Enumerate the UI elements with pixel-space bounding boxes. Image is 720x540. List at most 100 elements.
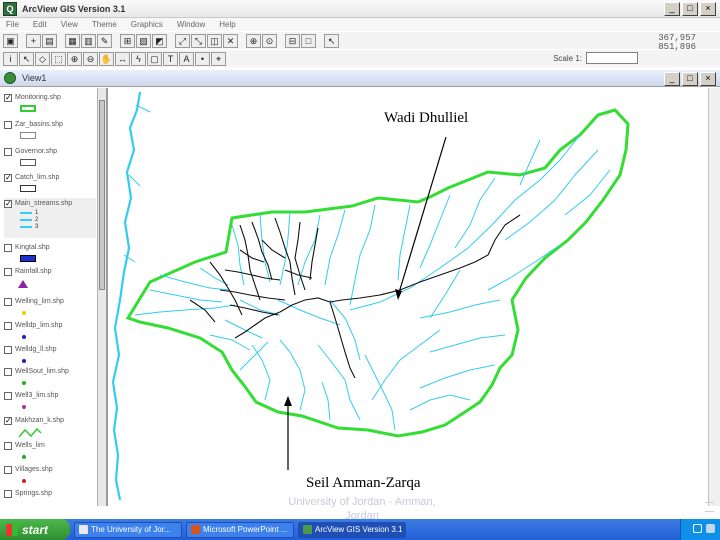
locate-address-icon[interactable]: ⊙ xyxy=(262,33,277,48)
zoom-out-icon[interactable]: ⤡ xyxy=(191,33,206,48)
menu-help[interactable]: Help xyxy=(219,20,235,29)
arrow-wadi xyxy=(397,136,447,297)
minimize-button[interactable]: _ xyxy=(664,2,680,16)
add-theme-icon[interactable]: + xyxy=(26,33,41,48)
zoom-active-icon[interactable]: ▧ xyxy=(136,33,151,48)
layer-checkbox[interactable] xyxy=(4,297,12,306)
layer-welldp[interactable]: Welldp_lim.shp xyxy=(4,320,96,339)
layer-checkbox[interactable]: ✓ xyxy=(4,416,12,425)
menu-graphics[interactable]: Graphics xyxy=(131,20,163,29)
layer-main-streams[interactable]: ✓ Main_streams.shp 1 2 3 xyxy=(4,198,96,238)
tributary-streams xyxy=(134,134,611,431)
zoom-in-tool-icon[interactable]: ⊕ xyxy=(67,51,82,66)
layer-name: Monitoring.shp xyxy=(15,94,61,101)
layer-checkbox[interactable] xyxy=(4,267,12,276)
arcview-globe-icon: Q xyxy=(3,1,17,16)
zoom-previous-icon[interactable]: ◫ xyxy=(207,33,222,48)
zoom-full-icon[interactable]: ⊞ xyxy=(120,33,135,48)
zoom-in-icon[interactable]: ⤢ xyxy=(175,33,190,48)
close-button[interactable]: × xyxy=(700,2,716,16)
label-icon[interactable]: T xyxy=(163,51,178,66)
select-features-icon[interactable]: ✕ xyxy=(223,33,238,48)
layer-name: Villages.shp xyxy=(15,466,53,473)
query-builder-icon[interactable]: ⊟ xyxy=(285,33,300,48)
layer-checkbox[interactable] xyxy=(4,441,12,450)
pan-icon[interactable]: ✋ xyxy=(99,51,114,66)
layer-well3[interactable]: Well3_lim.shp xyxy=(4,390,96,409)
vertex-edit-icon[interactable]: ◇ xyxy=(35,51,50,66)
view-close-button[interactable]: × xyxy=(700,72,716,86)
layer-makhzan[interactable]: ✓ Makhzan_k.shp xyxy=(4,415,96,441)
draw-point-icon[interactable]: • xyxy=(195,51,210,66)
pointer-icon[interactable]: ↖ xyxy=(19,51,34,66)
arcview-icon xyxy=(303,525,312,534)
layer-catch-lim[interactable]: ✓ Catch_lim.shp xyxy=(4,172,96,192)
map-scrollbar[interactable] xyxy=(708,88,720,506)
menu-theme[interactable]: Theme xyxy=(92,20,117,29)
find-icon[interactable]: ⊕ xyxy=(246,33,261,48)
layer-governor[interactable]: Governor.shp xyxy=(4,146,96,166)
layer-wellsout[interactable]: WellSout_lim.shp xyxy=(4,366,96,385)
view-maximize-button[interactable]: □ xyxy=(682,72,698,86)
layer-checkbox[interactable]: ✓ xyxy=(4,93,12,102)
layer-zar-basins[interactable]: Zar_basins.shp xyxy=(4,119,96,139)
menu-window[interactable]: Window xyxy=(177,20,205,29)
open-table-icon[interactable]: ▥ xyxy=(81,33,96,48)
layer-monitoring[interactable]: ✓ Monitoring.shp xyxy=(4,92,96,112)
layer-checkbox[interactable] xyxy=(4,345,12,354)
layer-welldg[interactable]: Welldg_ll.shp xyxy=(4,344,96,363)
layer-checkbox[interactable]: ✓ xyxy=(4,199,12,208)
task-powerpoint[interactable]: Microsoft PowerPoint ... xyxy=(186,521,294,538)
menu-file[interactable]: File xyxy=(6,20,19,29)
network-icon[interactable] xyxy=(693,524,702,533)
layer-checkbox[interactable] xyxy=(4,391,12,400)
layer-checkbox[interactable] xyxy=(4,465,12,474)
layer-springs[interactable]: Springs.shp xyxy=(4,488,96,499)
clear-selection-icon[interactable]: ✎ xyxy=(97,33,112,48)
text-tool-icon[interactable]: A xyxy=(179,51,194,66)
taskbar: start The University of Jor... Microsoft… xyxy=(0,519,720,540)
layer-checkbox[interactable] xyxy=(4,489,12,498)
map-canvas[interactable] xyxy=(110,88,708,506)
select-feature-icon[interactable]: ⬚ xyxy=(51,51,66,66)
theme-properties-icon[interactable]: ▤ xyxy=(42,33,57,48)
save-icon[interactable]: ▣ xyxy=(3,33,18,48)
layer-checkbox[interactable] xyxy=(4,243,12,252)
volume-icon[interactable] xyxy=(706,524,715,533)
zoom-selected-icon[interactable]: ◩ xyxy=(152,33,167,48)
menu-view[interactable]: View xyxy=(61,20,78,29)
start-label: start xyxy=(22,522,49,537)
view-minimize-button[interactable]: _ xyxy=(664,72,680,86)
area-of-interest-icon[interactable]: ▢ xyxy=(147,51,162,66)
zoom-out-tool-icon[interactable]: ⊖ xyxy=(83,51,98,66)
measure-icon[interactable]: ↔ xyxy=(115,51,130,66)
menu-edit[interactable]: Edit xyxy=(33,20,47,29)
powerpoint-icon xyxy=(191,525,200,534)
layer-welling[interactable]: Welling_lim.shp xyxy=(4,296,96,315)
layer-checkbox[interactable] xyxy=(4,321,12,330)
task-arcview[interactable]: ArcView GIS Version 3.1 xyxy=(298,521,406,538)
layer-wells[interactable]: Wells_lim xyxy=(4,440,96,459)
layer-kingtal[interactable]: Kingtal.shp xyxy=(4,242,96,262)
edit-legend-icon[interactable]: ▦ xyxy=(65,33,80,48)
layer-checkbox[interactable] xyxy=(4,147,12,156)
layer-name: Springs.shp xyxy=(15,490,52,497)
identify-icon[interactable]: i xyxy=(3,51,18,66)
layout-icon[interactable]: □ xyxy=(301,33,316,48)
legend-scroll-thumb[interactable] xyxy=(99,100,105,290)
legend-scrollbar[interactable] xyxy=(97,88,106,506)
start-button[interactable]: start xyxy=(0,519,70,540)
maximize-button[interactable]: □ xyxy=(682,2,698,16)
layer-symbol xyxy=(22,381,26,385)
layer-rainfall[interactable]: Rainfall.shp xyxy=(4,266,96,288)
layer-checkbox[interactable]: ✓ xyxy=(4,173,12,182)
layer-checkbox[interactable] xyxy=(4,120,12,129)
layer-checkbox[interactable] xyxy=(4,367,12,376)
layer-villages[interactable]: Villages.shp xyxy=(4,464,96,483)
layer-name: Welldp_lim.shp xyxy=(15,322,63,329)
scale-input[interactable] xyxy=(586,52,638,64)
help-icon[interactable]: ↖ xyxy=(324,33,339,48)
snap-icon[interactable]: ⌖ xyxy=(211,51,226,66)
hotlink-icon[interactable]: ϟ xyxy=(131,51,146,66)
task-university[interactable]: The University of Jor... xyxy=(74,521,182,538)
